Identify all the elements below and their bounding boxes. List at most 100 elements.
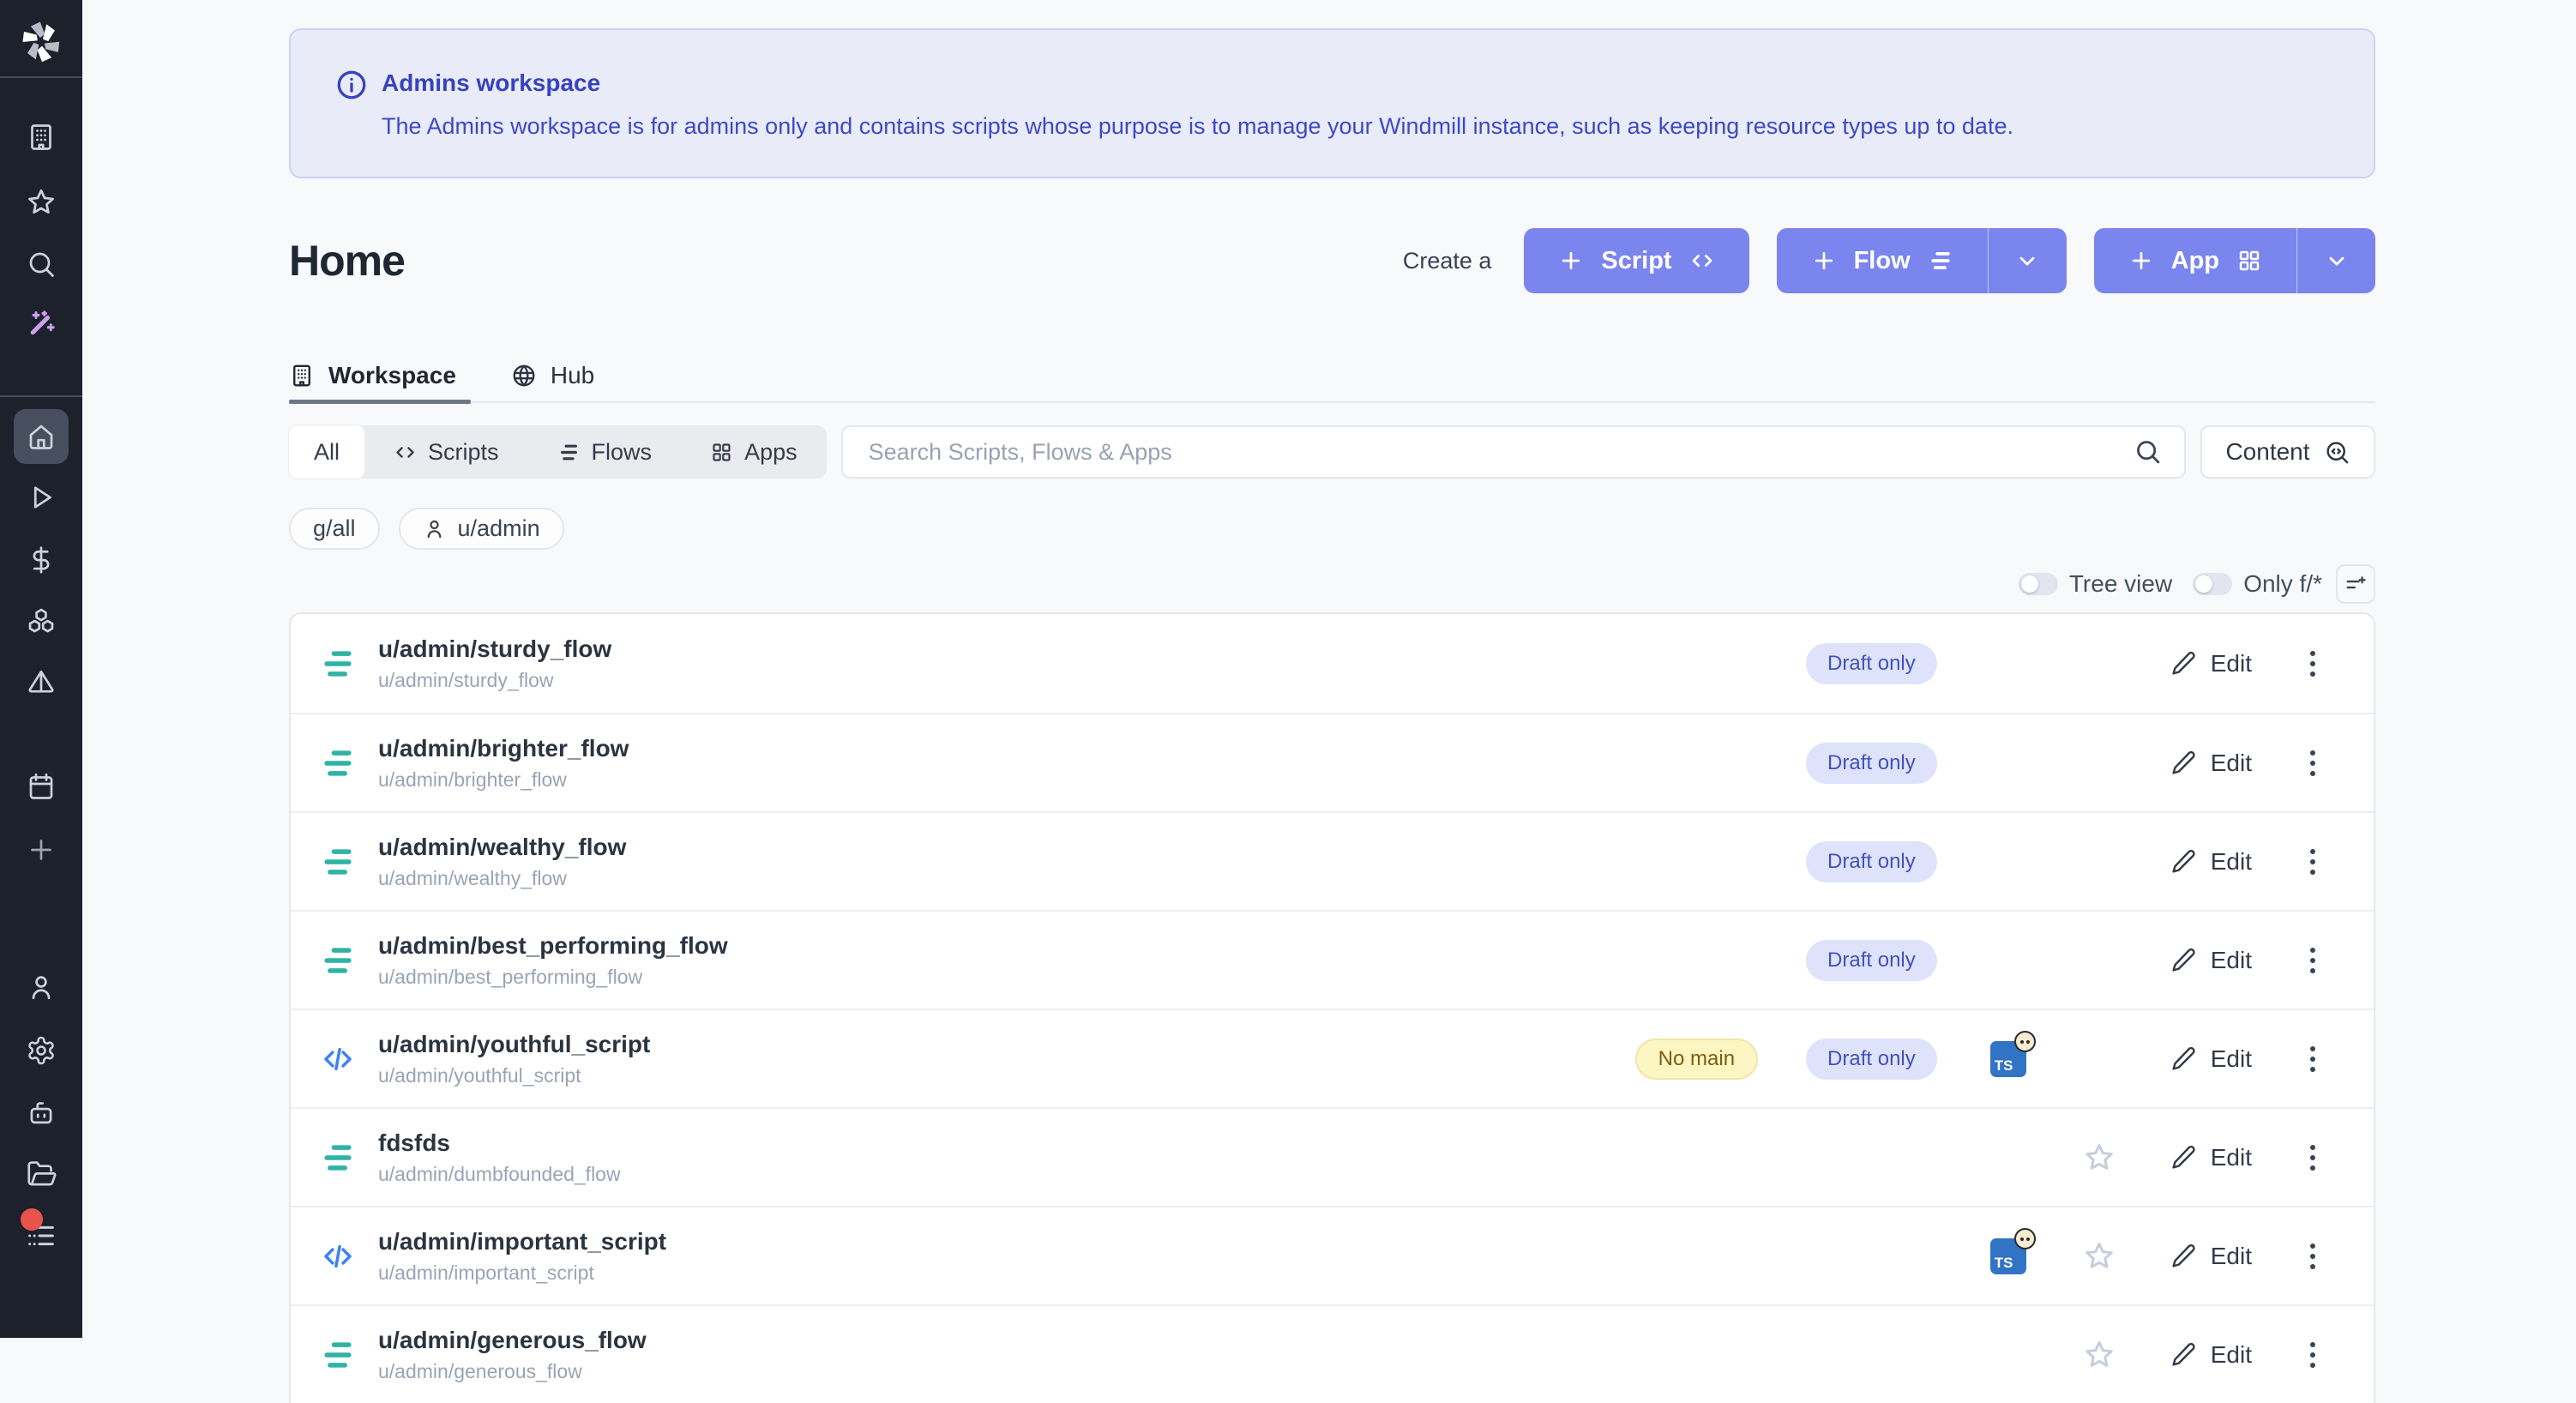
row-menu-button[interactable] <box>2303 846 2322 878</box>
edit-button[interactable]: Edit <box>2170 1243 2252 1270</box>
create-label: Create a <box>1403 248 1492 274</box>
item-name: u/admin/generous_flow <box>378 1327 647 1354</box>
sidebar-item-user[interactable] <box>0 970 82 1004</box>
row-menu-button[interactable] <box>2303 747 2322 780</box>
sidebar-item-triggers[interactable] <box>0 665 82 700</box>
sidebar-item-runs[interactable] <box>0 480 82 515</box>
table-row[interactable]: u/admin/best_performing_flow u/admin/bes… <box>291 910 2374 1009</box>
plus-icon <box>1811 248 1837 274</box>
gear-icon <box>26 1035 57 1066</box>
row-menu-button[interactable] <box>2303 1240 2322 1273</box>
table-row[interactable]: u/admin/sturdy_flow u/admin/sturdy_flow … <box>291 614 2374 713</box>
edit-button[interactable]: Edit <box>2170 947 2252 974</box>
filter-flows[interactable]: Flows <box>528 425 682 479</box>
table-row[interactable]: u/admin/important_script u/admin/importa… <box>291 1206 2374 1304</box>
sidebar-item-resources[interactable] <box>0 605 82 639</box>
calendar-icon <box>26 771 57 802</box>
filter-scripts[interactable]: Scripts <box>364 425 528 479</box>
sidebar-item-ai[interactable] <box>0 307 82 341</box>
sidebar-item-favorites[interactable] <box>0 185 82 220</box>
item-name: fdsfds <box>378 1129 621 1157</box>
status-badge: Draft only <box>1806 1039 1937 1080</box>
admin-workspace-banner: Admins workspace The Admins workspace is… <box>289 28 2375 178</box>
code-icon <box>394 441 417 464</box>
info-icon <box>335 69 368 105</box>
favorite-star-button[interactable] <box>2079 1138 2119 1177</box>
pencil-icon <box>2170 750 2197 776</box>
only-folders-label: Only f/* <box>2243 570 2322 598</box>
edit-button[interactable]: Edit <box>2170 848 2252 876</box>
sidebar-divider <box>0 395 82 397</box>
filter-all[interactable]: All <box>289 425 364 479</box>
status-badge: Draft only <box>1806 841 1937 882</box>
search-input[interactable] <box>841 425 2186 479</box>
filter-apps[interactable]: Apps <box>681 425 827 479</box>
sidebar-item-folders[interactable] <box>0 1157 82 1191</box>
sidebar-item-workers[interactable] <box>0 1095 82 1129</box>
star-icon <box>2083 1339 2116 1371</box>
favorite-star-button[interactable] <box>2079 1237 2119 1276</box>
edit-button[interactable]: Edit <box>2170 1144 2252 1171</box>
sidebar-item-workspace[interactable] <box>0 120 82 154</box>
edit-button[interactable]: Edit <box>2170 650 2252 677</box>
flow-bars-icon <box>557 441 581 464</box>
folder-open-icon <box>25 1158 57 1190</box>
edit-button[interactable]: Edit <box>2170 750 2252 777</box>
table-row[interactable]: fdsfds u/admin/dumbfounded_flow TS <box>291 1107 2374 1206</box>
tab-bar: Workspace Hub <box>289 362 2375 403</box>
play-icon <box>26 482 57 513</box>
tab-workspace[interactable]: Workspace <box>289 362 456 389</box>
owner-filters: g/all u/admin <box>289 508 2375 550</box>
sidebar-item-add[interactable] <box>0 833 82 867</box>
robot-icon <box>25 1096 57 1129</box>
favorite-star-button[interactable] <box>2079 1335 2119 1375</box>
row-menu-button[interactable] <box>2303 944 2322 977</box>
only-folders-toggle[interactable] <box>2193 573 2232 595</box>
item-path: u/admin/youthful_script <box>378 1064 650 1087</box>
app-dropdown-chevron[interactable] <box>2296 228 2375 293</box>
pyramid-icon <box>26 667 57 698</box>
create-app-button-group: App <box>2094 228 2375 293</box>
sidebar-item-variables[interactable] <box>0 543 82 577</box>
dollar-icon <box>26 545 57 575</box>
pencil-icon <box>2170 1045 2197 1072</box>
sidebar-item-audit-logs[interactable] <box>0 1216 82 1255</box>
badges: Draft only <box>1806 940 1937 981</box>
create-flow-button[interactable]: Flow <box>1777 228 1988 293</box>
tree-view-label: Tree view <box>2069 570 2172 598</box>
building-icon <box>26 122 57 153</box>
tree-view-toggle[interactable] <box>2019 573 2058 595</box>
status-badge: Draft only <box>1806 743 1937 784</box>
table-row[interactable]: u/admin/youthful_script u/admin/youthful… <box>291 1009 2374 1107</box>
tab-hub[interactable]: Hub <box>511 362 594 389</box>
sidebar-item-home[interactable] <box>0 409 82 464</box>
table-row[interactable]: u/admin/wealthy_flow u/admin/wealthy_flo… <box>291 811 2374 910</box>
globe-icon <box>511 363 537 388</box>
magic-wand-icon <box>26 309 57 340</box>
create-app-button[interactable]: App <box>2094 228 2296 293</box>
plus-icon <box>1558 248 1584 274</box>
tag-group-all[interactable]: g/all <box>289 508 380 550</box>
sidebar-item-search[interactable] <box>0 247 82 281</box>
sidebar-item-schedules[interactable] <box>0 769 82 804</box>
edit-button[interactable]: Edit <box>2170 1045 2252 1073</box>
row-menu-button[interactable] <box>2303 1043 2322 1075</box>
item-name: u/admin/sturdy_flow <box>378 635 611 663</box>
create-script-button[interactable]: Script <box>1524 228 1748 293</box>
content-search-button[interactable]: Content <box>2200 425 2375 479</box>
flow-dropdown-chevron[interactable] <box>1988 228 2067 293</box>
building-icon <box>289 363 315 388</box>
tag-user-admin[interactable]: u/admin <box>399 508 564 550</box>
sidebar-item-settings[interactable] <box>0 1033 82 1068</box>
edit-button[interactable]: Edit <box>2170 1341 2252 1369</box>
flow-bars-icon <box>1928 248 1953 274</box>
table-row[interactable]: u/admin/generous_flow u/admin/generous_f… <box>291 1304 2374 1403</box>
row-menu-button[interactable] <box>2303 647 2322 680</box>
extra-filters-button[interactable] <box>2336 564 2375 604</box>
windmill-logo-icon[interactable] <box>0 14 82 70</box>
row-menu-button[interactable] <box>2303 1339 2322 1371</box>
table-row[interactable]: u/admin/brighter_flow u/admin/brighter_f… <box>291 713 2374 811</box>
flow-icon <box>319 942 357 979</box>
pencil-icon <box>2170 1243 2197 1269</box>
row-menu-button[interactable] <box>2303 1141 2322 1174</box>
